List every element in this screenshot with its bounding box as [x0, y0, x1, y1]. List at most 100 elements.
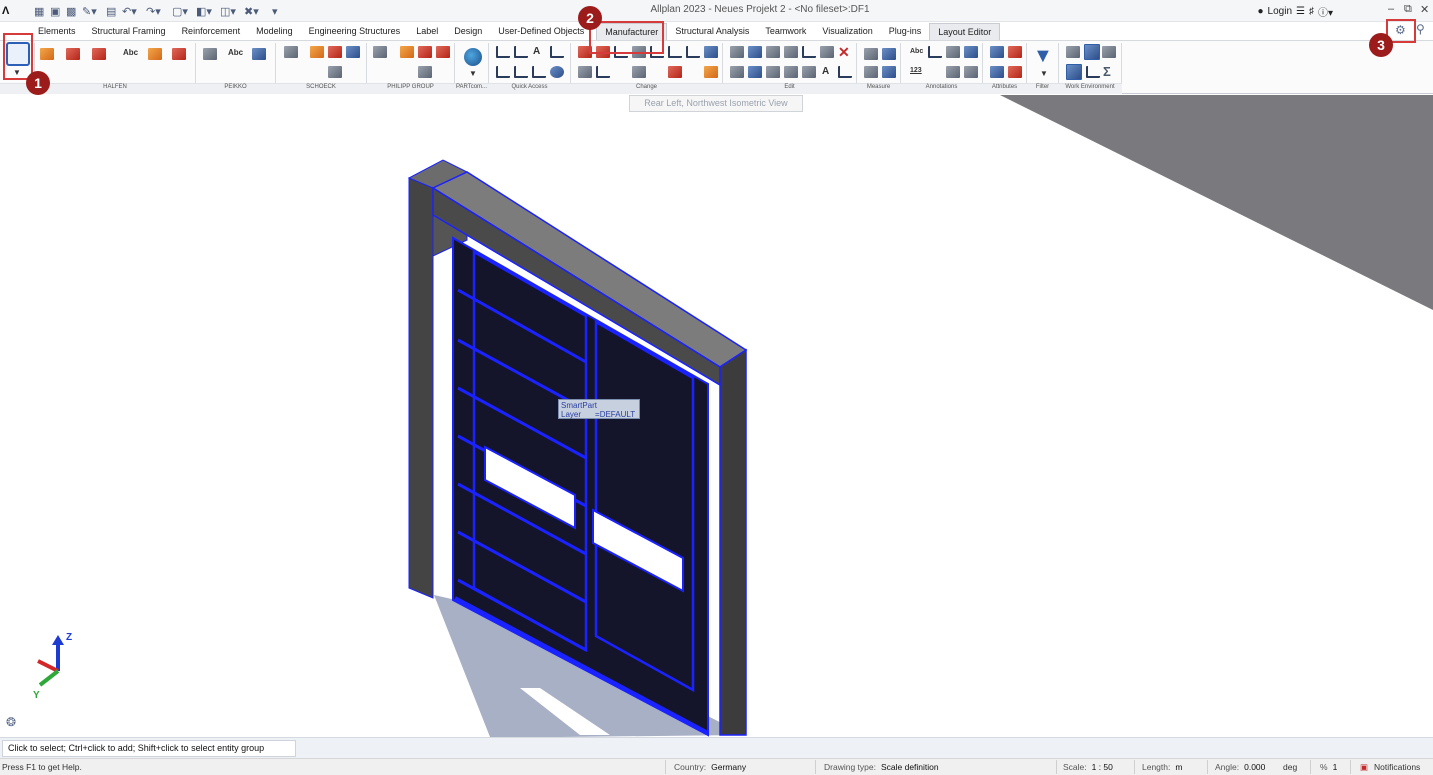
login-button[interactable]: ● Login ☰ ♯ ⓘ▾	[1257, 4, 1333, 19]
window-arrange-icon[interactable]	[1102, 46, 1116, 58]
philipp-anchor-icon[interactable]	[436, 46, 450, 58]
break-icon[interactable]	[668, 46, 682, 58]
schoeck-open-icon[interactable]	[284, 46, 298, 58]
search-icon[interactable]: ⚲	[1416, 22, 1425, 36]
delete-icon[interactable]: ✕	[838, 45, 852, 59]
line-icon[interactable]	[496, 46, 510, 58]
attribute-icon[interactable]	[990, 46, 1004, 58]
layers-icon[interactable]: ◧▾	[196, 3, 212, 19]
halfen-import-icon[interactable]	[148, 48, 162, 60]
curve-icon[interactable]	[686, 46, 700, 58]
text-edit-icon[interactable]: A	[822, 66, 829, 77]
explode-icon[interactable]	[838, 66, 852, 78]
help-icon[interactable]: ⓘ▾	[1318, 4, 1333, 19]
measure-distance-icon[interactable]	[864, 66, 878, 78]
schoeck-label-icon[interactable]	[310, 46, 324, 58]
array-icon[interactable]	[784, 46, 798, 58]
circle-icon[interactable]	[550, 66, 564, 78]
philipp-open-icon[interactable]	[373, 46, 387, 58]
cart-icon[interactable]: ♯	[1309, 6, 1314, 17]
work-env-layout-icon[interactable]	[1066, 46, 1080, 58]
redo-icon[interactable]: ↷▾	[146, 3, 161, 19]
chevron-down-icon[interactable]: ▼	[1040, 69, 1048, 78]
label-abc-icon[interactable]: Abc	[910, 48, 923, 55]
measure-length-icon[interactable]	[864, 48, 878, 60]
tab-teamwork[interactable]: Teamwork	[757, 23, 814, 40]
peikko-open-icon[interactable]	[203, 48, 217, 60]
navigation-icon[interactable]: ❂	[6, 715, 16, 729]
window-icon[interactable]: ▢▾	[172, 3, 188, 19]
scale-field[interactable]: Scale: 1 : 50	[1063, 762, 1113, 772]
snap-icon[interactable]	[1066, 64, 1082, 80]
match-icon[interactable]	[578, 66, 592, 78]
pointer-icon[interactable]	[1086, 66, 1100, 78]
philipp-label-icon[interactable]	[400, 46, 414, 58]
scale-icon[interactable]	[820, 46, 834, 58]
schoeck-globe-icon[interactable]	[346, 46, 360, 58]
tab-reinforcement[interactable]: Reinforcement	[174, 23, 249, 40]
fill-icon[interactable]	[514, 66, 528, 78]
tab-modeling[interactable]: Modeling	[248, 23, 301, 40]
tab-engineering-structures[interactable]: Engineering Structures	[301, 23, 409, 40]
mirror-icon[interactable]	[802, 46, 816, 58]
project-icon[interactable]: ▦	[34, 3, 44, 19]
angle-unit[interactable]: deg	[1283, 762, 1297, 772]
minimize-button[interactable]: –	[1388, 3, 1394, 15]
pattern-icon[interactable]	[532, 66, 546, 78]
tab-design[interactable]: Design	[446, 23, 490, 40]
restore-button[interactable]: ⧉	[1404, 3, 1412, 16]
tab-layout-editor[interactable]: Layout Editor	[929, 23, 1001, 40]
chevron-down-icon[interactable]: ▼	[469, 69, 477, 78]
length-field[interactable]: Length: m	[1142, 762, 1182, 772]
edit-properties-icon[interactable]	[632, 66, 646, 78]
offset-icon[interactable]	[704, 46, 718, 58]
dimension-icon[interactable]	[550, 46, 564, 58]
stamp-icon[interactable]	[964, 66, 978, 78]
selection-cursor-icon[interactable]	[1084, 44, 1100, 60]
menu-icon[interactable]: ☰	[1296, 6, 1305, 17]
measure-angle-icon[interactable]	[882, 66, 896, 78]
view-icon[interactable]: ◫▾	[220, 3, 236, 19]
halfen-label-icon[interactable]: Abc	[123, 48, 138, 57]
move-icon[interactable]	[730, 46, 744, 58]
percent-field[interactable]: % 1	[1320, 762, 1337, 772]
philipp-list-icon[interactable]	[418, 66, 432, 78]
tab-user-defined-objects[interactable]: User-Defined Objects	[490, 23, 592, 40]
sum-icon[interactable]: Σ	[1103, 64, 1111, 79]
numbering-icon[interactable]: 123	[910, 67, 922, 74]
align-icon[interactable]	[748, 66, 762, 78]
transform-icon[interactable]	[802, 66, 816, 78]
tab-visualization[interactable]: Visualization	[814, 23, 880, 40]
attribute-transfer-icon[interactable]	[1008, 46, 1022, 58]
notifications-icon[interactable]: ▣	[1360, 762, 1368, 773]
peikko-label-icon[interactable]: Abc	[228, 48, 243, 57]
filter-funnel-icon[interactable]: ▼	[1033, 46, 1053, 66]
chart-label-icon[interactable]	[964, 46, 978, 58]
halfen-open-icon[interactable]	[66, 48, 80, 60]
schoeck-list-icon[interactable]	[328, 66, 342, 78]
group-icon[interactable]	[730, 66, 744, 78]
3d-viewport[interactable]: SmartPart Layer =DEFAULT Z Y ❂	[0, 95, 1433, 737]
tab-structural-framing[interactable]: Structural Framing	[84, 23, 174, 40]
open-icon[interactable]: ▣	[50, 3, 60, 19]
text-icon[interactable]: A	[533, 46, 540, 57]
edit-doc-icon[interactable]: ✎▾	[82, 3, 97, 19]
convert-icon[interactable]	[668, 66, 682, 78]
tools-icon[interactable]: ✖▾	[244, 3, 259, 19]
save-icon[interactable]: ▩	[66, 3, 76, 19]
arrow-right-icon[interactable]	[596, 66, 610, 78]
rotate-icon[interactable]	[766, 46, 780, 58]
halfen-list-icon[interactable]	[172, 48, 186, 60]
tab-label[interactable]: Label	[408, 23, 446, 40]
allplan-logo-icon[interactable]: Λ	[2, 3, 26, 19]
duplicate-icon[interactable]	[784, 66, 798, 78]
print-icon[interactable]: ▤	[106, 3, 116, 19]
angle-field[interactable]: Angle: 0.000	[1215, 762, 1265, 772]
partcommunity-globe-icon[interactable]	[464, 48, 482, 66]
halfen-place-icon[interactable]	[92, 48, 106, 60]
attribute-edit-icon[interactable]	[990, 66, 1004, 78]
drawing-type-field[interactable]: Drawing type: Scale definition	[824, 762, 939, 772]
tab-structural-analysis[interactable]: Structural Analysis	[667, 23, 757, 40]
tab-plug-ins[interactable]: Plug-ins	[881, 23, 930, 40]
peikko-connector-icon[interactable]	[252, 48, 266, 60]
